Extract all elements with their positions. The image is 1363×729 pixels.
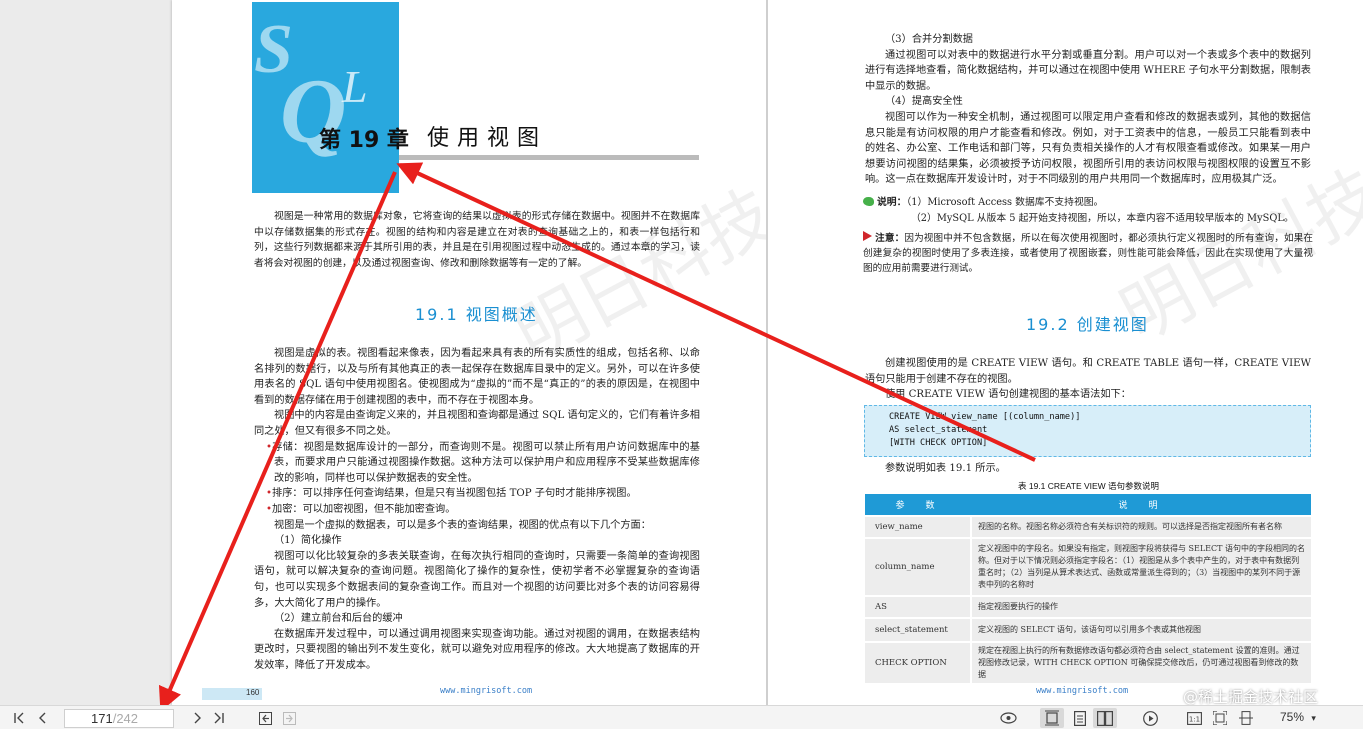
param-cell: column_name: [865, 537, 972, 596]
bullet-text: 存储：视图是数据库设计的一部分，而查询则不是。视图可以禁止所有用户访问数据库中的…: [272, 441, 700, 484]
paragraph: 参数说明如表 19.1 所示。: [885, 463, 1006, 474]
table-header-row: 参 数 说 明: [865, 494, 1311, 516]
right-body-top: （3）合并分割数据 通过视图可以对表中的数据进行水平分割或垂直分割。用户可以对一…: [865, 32, 1311, 188]
footer-link[interactable]: www.mingrisoft.com: [440, 686, 532, 696]
desc-cell: 定义视图中的字段名。如果没有指定，则视图字段将获得与 SELECT 语句中的字段…: [971, 537, 1311, 596]
single-page-icon[interactable]: [1068, 708, 1092, 728]
read-mode-icon[interactable]: [996, 708, 1020, 728]
left-body: 视图是虚拟的表。视图看起来像表，因为看起来具有表的所有实质性的组成，包括名称、以…: [254, 346, 700, 673]
section-title-19-1: 19.1 视图概述: [415, 305, 538, 324]
table-header: 参 数: [865, 494, 971, 516]
code-line: AS select_statement: [889, 425, 988, 435]
fit-width-icon[interactable]: [1235, 708, 1257, 728]
bottom-toolbar: 171/242 1:1 75% ▾: [0, 705, 1363, 729]
document-viewer[interactable]: S Q L 第 19 章 使用视图 明日科技 视图是一种常用的数据库对象，它将查…: [0, 0, 1363, 705]
zoom-dropdown-icon: ▾: [1311, 713, 1316, 723]
note-line: 说明：（1）Microsoft Access 数据库不支持视图。: [863, 195, 1313, 211]
paragraph: 创建视图使用的是 CREATE VIEW 语句。和 CREATE TABLE 语…: [865, 358, 1311, 385]
paragraph: 视图可以化比较复杂的多表关联查询，在每次执行相同的查询时，只需要一条简单的查询视…: [254, 550, 700, 609]
bullet-text: 加密：可以加密视图，但不能加密查询。: [272, 503, 456, 515]
desc-cell: 指定视图要执行的操作: [971, 595, 1311, 618]
first-page-icon[interactable]: [8, 708, 30, 728]
code-block: CREATE VIEW view_name [(column_name)] AS…: [864, 405, 1311, 457]
right-body-mid: 创建视图使用的是 CREATE VIEW 语句。和 CREATE TABLE 语…: [865, 356, 1311, 403]
forward-icon[interactable]: [279, 708, 299, 728]
paragraph: 通过视图可以对表中的数据进行水平分割或垂直分割。用户可以对一个表或多个表中的数据…: [865, 49, 1311, 92]
back-icon[interactable]: [255, 708, 275, 728]
svg-text:1:1: 1:1: [1188, 715, 1199, 723]
chapter-title: 使用视图: [427, 126, 548, 151]
bullet-item: •加密：可以加密视图，但不能加密查询。: [254, 502, 700, 518]
bullet-text: 排序：可以排序任何查询结果，但是只有当视图包括 TOP 子句时才能排序视图。: [272, 488, 637, 500]
paragraph: 视图中的内容是由查询定义来的，并且视图和查询都是通过 SQL 语句定义的，它们有…: [254, 410, 700, 437]
last-page-icon[interactable]: [208, 708, 230, 728]
right-page: 明日科技 （3）合并分割数据 通过视图可以对表中的数据进行水平分割或垂直分割。用…: [768, 0, 1363, 705]
credit-watermark: @稀土掘金技术社区: [1183, 688, 1319, 705]
paragraph: 视图可以作为一种安全机制，通过视图可以限定用户查看和修改的数据表或列，其他的数据…: [865, 111, 1311, 186]
zoom-level: 75%: [1280, 710, 1305, 724]
warning-body: 因为视图中并不包含数据，所以在每次使用视图时，都必须执行定义视图时的所有查询，如…: [863, 233, 1314, 274]
subheading: （4）提高安全性: [885, 96, 963, 108]
note-text: （2）MySQL 从版本 5 起开始支持视图，所以，本章内容不适用较早版本的 M…: [911, 212, 1294, 224]
bullet-item: •存储：视图是数据库设计的一部分，而查询则不是。视图可以禁止所有用户访问数据库中…: [254, 440, 700, 487]
fit-page-icon[interactable]: [1209, 708, 1231, 728]
subheading: （3）合并分割数据: [885, 34, 973, 45]
warning-text: 注意：因为视图中并不包含数据，所以在每次使用视图时，都必须执行定义视图时的所有查…: [863, 231, 1313, 276]
chapter-number: 第 19 章: [319, 128, 409, 153]
play-icon[interactable]: [1138, 708, 1162, 728]
actual-size-icon[interactable]: 1:1: [1183, 708, 1205, 728]
left-page: S Q L 第 19 章 使用视图 明日科技 视图是一种常用的数据库对象，它将查…: [172, 0, 766, 705]
paragraph: 使用 CREATE VIEW 语句创建视图的基本语法如下：: [885, 389, 1131, 401]
desc-cell: 规定在视图上执行的所有数据修改语句都必须符合由 select_statement…: [971, 641, 1311, 683]
subheading: （2）建立前台和后台的缓冲: [274, 613, 403, 625]
table-row: AS 指定视图要执行的操作: [865, 595, 1311, 618]
note-icon: [863, 197, 874, 206]
next-page-icon[interactable]: [186, 708, 208, 728]
desc-cell: 定义视图的 SELECT 语句，该语句可以引用多个表或其他视图: [971, 617, 1311, 642]
warning-box: 注意：因为视图中并不包含数据，所以在每次使用视图时，都必须执行定义视图时的所有查…: [863, 231, 1313, 276]
desc-cell: 视图的名称。视图名称必须符合有关标识符的规则。可以选择是否指定视图所有者名称: [971, 515, 1311, 538]
chapter-rule: [399, 155, 699, 160]
param-cell: select_statement: [865, 617, 972, 642]
note-text: （1）Microsoft Access 数据库不支持视图。: [906, 197, 1104, 208]
warning-label: 注意：: [875, 233, 905, 244]
param-cell: CHECK OPTION: [865, 641, 972, 683]
total-pages: /242: [112, 711, 139, 726]
param-cell: AS: [865, 595, 972, 618]
footer-link[interactable]: www.mingrisoft.com: [1036, 686, 1128, 696]
table-row: view_name 视图的名称。视图名称必须符合有关标识符的规则。可以选择是否指…: [865, 515, 1311, 538]
paragraph: 视图是一个虚拟的数据表，可以是多个表的查询结果，视图的优点有以下几个方面：: [274, 519, 651, 531]
warning-icon: [863, 231, 872, 241]
logo-letter-l: L: [342, 61, 368, 112]
param-cell: view_name: [865, 515, 972, 538]
paragraph: 在数据库开发过程中，可以通过调用视图来实现查询功能。通过对视图的调用，在数据表结…: [254, 628, 700, 671]
continuous-scroll-icon[interactable]: [1040, 708, 1064, 728]
paragraph: 视图是虚拟的表。视图看起来像表，因为看起来具有表的所有实质性的组成，包括名称、以…: [254, 348, 700, 406]
prev-page-icon[interactable]: [32, 708, 54, 728]
note-label: 说明：: [877, 197, 907, 208]
two-page-icon[interactable]: [1093, 708, 1117, 728]
table-header: 说 明: [971, 494, 1311, 516]
bullet-item: •排序：可以排序任何查询结果，但是只有当视图包括 TOP 子句时才能排序视图。: [254, 486, 700, 502]
table-caption: 表 19.1 CREATE VIEW 语句参数说明: [1018, 481, 1160, 491]
section-title-19-2: 19.2 创建视图: [1026, 315, 1149, 334]
page-number: 160: [202, 688, 262, 700]
code-line: [WITH CHECK OPTION]: [889, 438, 988, 448]
current-page: 171: [91, 711, 113, 726]
chapter-logo-block: S Q L: [252, 2, 399, 193]
table-row: CHECK OPTION 规定在视图上执行的所有数据修改语句都必须符合由 sel…: [865, 641, 1311, 683]
parameter-table: 参 数 说 明 view_name 视图的名称。视图名称必须符合有关标识符的规则…: [865, 494, 1311, 683]
page-number-input[interactable]: 171/242: [64, 709, 174, 728]
note-box: 说明：（1）Microsoft Access 数据库不支持视图。 （2）MySQ…: [863, 195, 1313, 226]
code-line: CREATE VIEW view_name [(column_name)]: [889, 412, 1081, 422]
table-row: column_name 定义视图中的字段名。如果没有指定，则视图字段将获得与 S…: [865, 537, 1311, 596]
chapter-intro: 视图是一种常用的数据库对象，它将查询的结果以虚拟表的形式存储在数据中。视图并不在…: [254, 211, 700, 269]
zoom-select[interactable]: 75% ▾: [1280, 710, 1316, 724]
table-row: select_statement 定义视图的 SELECT 语句，该语句可以引用…: [865, 617, 1311, 642]
subheading: （1）简化操作: [274, 535, 342, 547]
